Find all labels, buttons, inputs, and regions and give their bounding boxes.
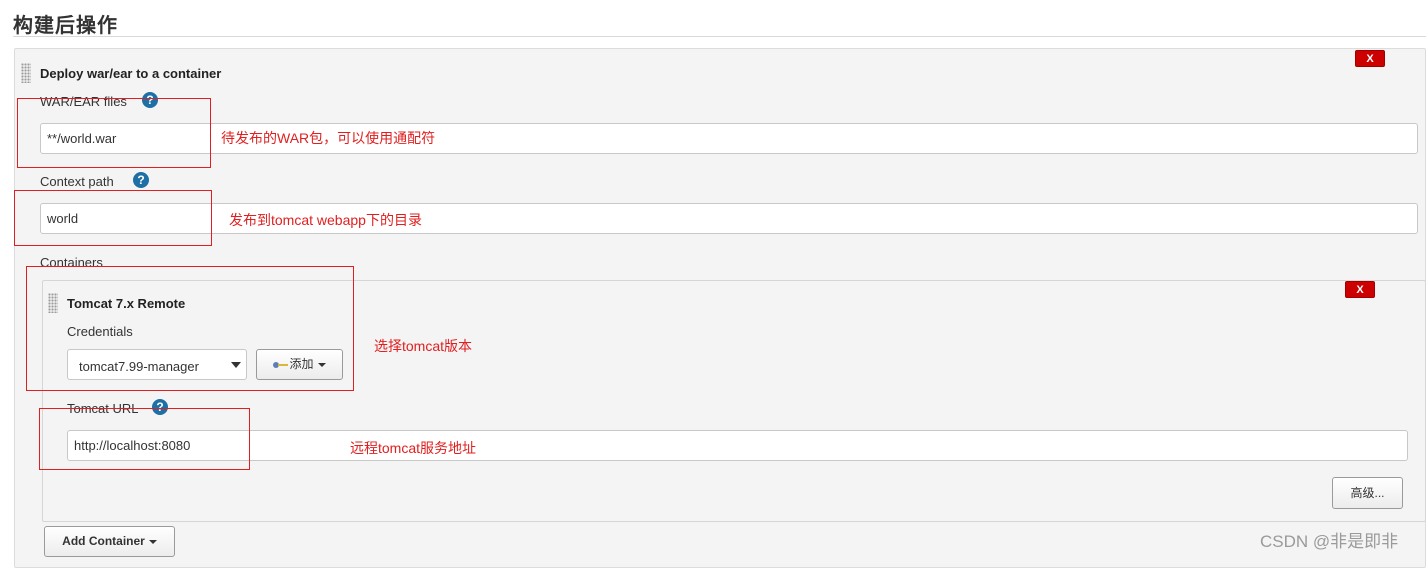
annotation-box-war <box>17 98 211 168</box>
annotation-box-context <box>14 190 212 246</box>
annotation-box-url <box>39 408 250 470</box>
annotation-note-context: 发布到tomcat webapp下的目录 <box>229 212 422 228</box>
context-path-label: Context path <box>40 174 114 189</box>
add-container-label: Add Container <box>62 534 145 548</box>
section-title: 构建后操作 <box>13 15 118 37</box>
help-icon[interactable]: ? <box>133 172 149 188</box>
annotation-note-war: 待发布的WAR包，可以使用通配符 <box>221 130 436 146</box>
caret-down-icon <box>148 539 157 544</box>
tomcat-url-input[interactable] <box>67 430 1408 461</box>
watermark: CSDN @非是即非 <box>1260 532 1399 551</box>
deploy-heading: Deploy war/ear to a container <box>40 66 222 81</box>
section-divider <box>13 36 1426 37</box>
add-container-button[interactable]: Add Container <box>44 526 175 557</box>
advanced-button[interactable]: 高级... <box>1332 477 1403 509</box>
delete-container-button[interactable]: X <box>1345 281 1375 298</box>
drag-handle-icon[interactable] <box>21 63 31 83</box>
annotation-note-url: 远程tomcat服务地址 <box>350 440 477 456</box>
delete-deploy-button[interactable]: X <box>1355 50 1385 67</box>
annotation-note-version: 选择tomcat版本 <box>374 338 473 354</box>
annotation-box-version <box>26 266 354 391</box>
